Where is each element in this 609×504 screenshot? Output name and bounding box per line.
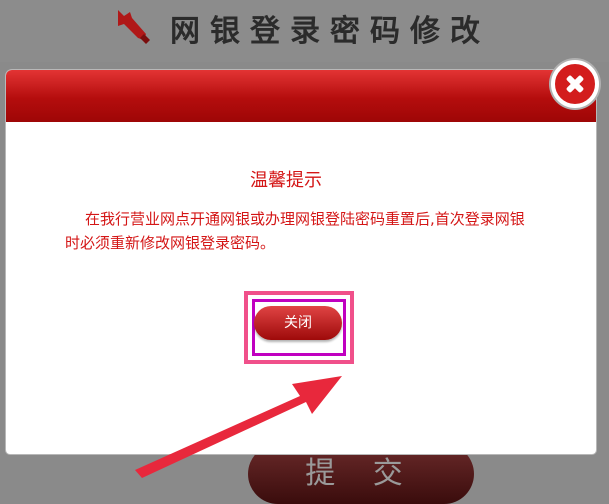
page-header: 网银登录密码修改 bbox=[0, 0, 609, 62]
page-title: 网银登录密码修改 bbox=[170, 14, 490, 49]
close-icon[interactable] bbox=[551, 60, 599, 108]
dialog-header bbox=[6, 70, 596, 122]
close-button[interactable]: 关闭 bbox=[254, 306, 342, 340]
notice-dialog bbox=[6, 70, 596, 454]
notice-body: 在我行营业网点开通网银或办理网银登陆密码重置后,首次登录网银时必须重新修改网银登… bbox=[65, 210, 525, 252]
wrench-icon bbox=[118, 10, 150, 44]
notice-title: 温馨提示 bbox=[250, 170, 322, 191]
